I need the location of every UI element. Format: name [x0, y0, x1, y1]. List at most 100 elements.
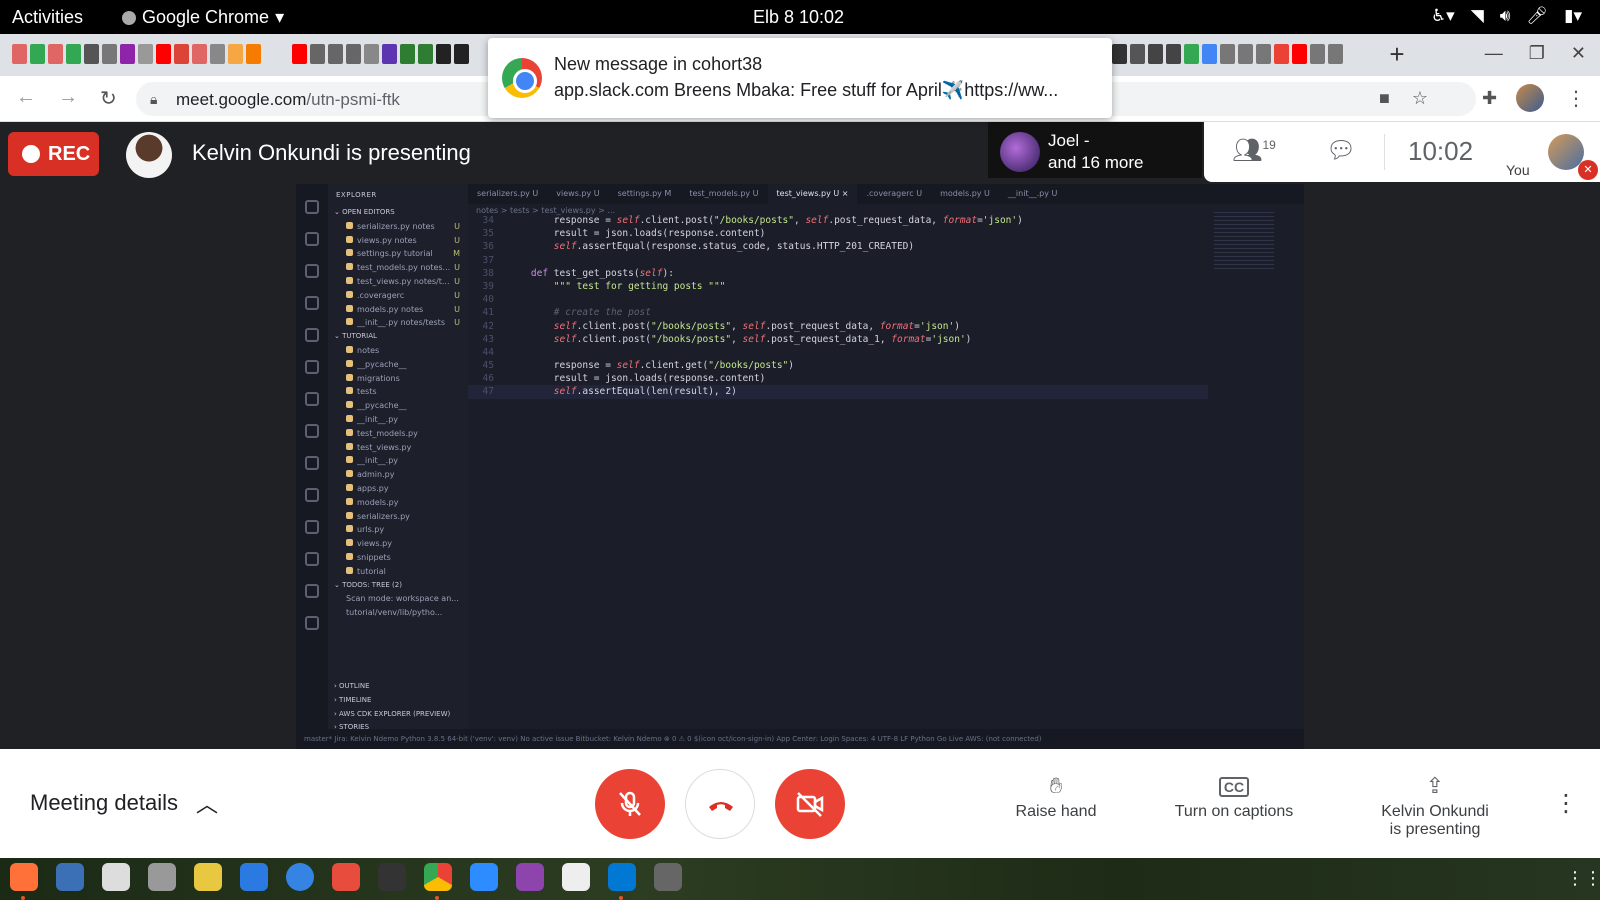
back-button[interactable]: ← [16, 86, 36, 111]
app-menu[interactable]: Google Chrome ▾ [122, 7, 284, 28]
file-tree-item[interactable]: test_models.py [328, 427, 468, 441]
writer-icon[interactable] [240, 863, 268, 891]
open-editor-item[interactable]: serializers.py notes U [328, 220, 468, 234]
zoom-icon[interactable] [470, 863, 498, 891]
reload-button[interactable]: ↻ [100, 86, 117, 111]
vscode-icon[interactable] [608, 863, 636, 900]
chat-icon[interactable]: 💬︎ [1326, 136, 1356, 165]
editor-tab[interactable]: .coveragerc U [857, 184, 931, 204]
open-editor-item[interactable]: .coveragerc U [328, 289, 468, 303]
more-options-icon[interactable]: ⋮ [1554, 789, 1578, 818]
recording-badge[interactable]: REC [8, 132, 99, 176]
captions-button[interactable]: CC Turn on captions [1164, 773, 1304, 821]
open-editor-item[interactable]: test_views.py notes/t... U [328, 275, 468, 289]
file-icon [346, 511, 353, 519]
files-icon[interactable] [102, 863, 130, 891]
screenshot-icon[interactable] [148, 863, 176, 891]
maximize-button[interactable]: ❐ [1529, 43, 1545, 64]
extensions-icon[interactable]: ✚ [1482, 88, 1497, 109]
slack-notification[interactable]: New message in cohort38 app.slack.com Br… [488, 38, 1112, 118]
open-editor-item[interactable]: settings.py tutorial M [328, 247, 468, 261]
file-tree-item[interactable]: __init__.py [328, 454, 468, 468]
notification-title: New message in cohort38 [554, 54, 763, 74]
show-applications-icon[interactable]: ⋮⋮⋮ [1566, 868, 1600, 889]
file-tree-item[interactable]: snippets [328, 551, 468, 565]
open-editor-name: test_views.py [357, 276, 414, 286]
file-tree-item[interactable]: __init__.py [328, 413, 468, 427]
editor-tab[interactable]: views.py U [547, 184, 608, 204]
url-text[interactable]: meet.google.com/utn-psmi-ftk [176, 90, 400, 110]
forward-button[interactable]: → [58, 86, 78, 111]
editor-tab[interactable]: test_views.py U × [767, 184, 858, 204]
file-tree-item[interactable]: urls.py [328, 523, 468, 537]
system-tray[interactable]: ♿▾ ◥ 🔊︎ 🎤︎ ▮▾ [1431, 6, 1582, 26]
leave-call-button[interactable] [685, 769, 755, 839]
bookmark-star-icon[interactable]: ☆ [1412, 88, 1428, 109]
raise-hand-button[interactable]: ✋︎ Raise hand [1000, 773, 1112, 821]
file-tree-item[interactable]: models.py [328, 496, 468, 510]
open-editor-item[interactable]: test_models.py notes... U [328, 261, 468, 275]
usb-creator-icon[interactable] [654, 863, 682, 891]
file-tree-item[interactable]: test_views.py [328, 441, 468, 455]
file-tree-item[interactable]: __pycache__ [328, 399, 468, 413]
rhythmbox-icon[interactable] [194, 863, 222, 891]
editor-tab[interactable]: test_models.py U [680, 184, 767, 204]
video-icon[interactable] [516, 863, 544, 891]
clock[interactable]: Elb 8 10:02 [753, 7, 844, 28]
file-tree-item[interactable]: admin.py [328, 468, 468, 482]
profile-avatar[interactable] [1516, 84, 1544, 112]
captions-label: Turn on captions [1174, 803, 1294, 820]
accessibility-icon[interactable]: ♿▾ [1431, 6, 1455, 26]
participant-tile[interactable]: Joel - and 16 more [988, 122, 1202, 178]
file-tree-item[interactable]: migrations [328, 372, 468, 386]
editor-tab[interactable]: settings.py M [609, 184, 681, 204]
chevron-up-icon: ︿ [195, 792, 218, 817]
terminal-icon[interactable] [378, 863, 406, 891]
shared-screen-vscode[interactable]: EXPLORER ⌄ OPEN EDITORS serializers.py n… [296, 184, 1304, 749]
meeting-details-button[interactable]: Meeting details ︿ [30, 787, 218, 819]
software-center-icon[interactable] [332, 863, 360, 891]
camera-toggle-button[interactable] [775, 769, 845, 839]
explorer-section[interactable]: › AWS CDK EXPLORER (PREVIEW) [328, 708, 468, 722]
open-editor-item[interactable]: models.py notes U [328, 303, 468, 317]
file-tree-item[interactable]: apps.py [328, 482, 468, 496]
lock-icon[interactable]: 🔒︎ [150, 91, 157, 108]
file-icon [346, 442, 353, 450]
thunderbird-icon[interactable] [56, 863, 84, 891]
camera-off-icon [796, 792, 824, 817]
open-editor-item[interactable]: views.py notes U [328, 234, 468, 248]
todo-item[interactable]: tutorial/venv/lib/pytho... [328, 606, 468, 620]
activities-button[interactable]: Activities [12, 7, 83, 28]
file-tree-item[interactable]: notes [328, 344, 468, 358]
file-tree-item[interactable]: __pycache__ [328, 358, 468, 372]
minimize-button[interactable]: — [1485, 43, 1503, 64]
people-button[interactable]: 👥︎19 [1232, 136, 1276, 165]
file-tree-item[interactable]: tests [328, 385, 468, 399]
editor-tab[interactable]: models.py U [931, 184, 999, 204]
pinned-tabs-left[interactable] [12, 44, 261, 64]
file-tree-item[interactable]: tutorial [328, 565, 468, 579]
document-icon[interactable] [562, 863, 590, 891]
new-tab-button[interactable]: + [1384, 41, 1410, 68]
open-editor-hint: notes... [420, 263, 451, 273]
pinned-tabs-right[interactable] [1112, 44, 1343, 64]
meet-stage: REC Kelvin Onkundi is presenting Joel - … [0, 122, 1600, 749]
help-icon[interactable] [286, 863, 314, 891]
editor-tab[interactable]: serializers.py U [468, 184, 547, 204]
explorer-section[interactable]: › TIMELINE [328, 694, 468, 708]
microphone-toggle-button[interactable] [595, 769, 665, 839]
camera-in-use-icon[interactable]: ■ [1379, 88, 1390, 109]
open-editor-item[interactable]: __init__.py notes/tests U [328, 316, 468, 330]
file-tree-item[interactable]: serializers.py [328, 510, 468, 524]
chrome-dock-icon[interactable] [424, 863, 452, 900]
pinned-tabs-mid[interactable] [292, 44, 469, 64]
chrome-menu-icon[interactable]: ⋮ [1566, 86, 1586, 111]
explorer-section[interactable]: › OUTLINE [328, 680, 468, 694]
editor-tab[interactable]: __init__.py U [999, 184, 1066, 204]
code-line: 41 # create the post [468, 306, 1208, 319]
todo-item[interactable]: Scan mode: workspace an... [328, 592, 468, 606]
present-button[interactable]: ⇪ Kelvin Onkundi is presenting [1370, 773, 1500, 839]
close-window-button[interactable]: ✕ [1571, 43, 1586, 64]
file-tree-item[interactable]: views.py [328, 537, 468, 551]
firefox-icon[interactable] [10, 863, 38, 900]
